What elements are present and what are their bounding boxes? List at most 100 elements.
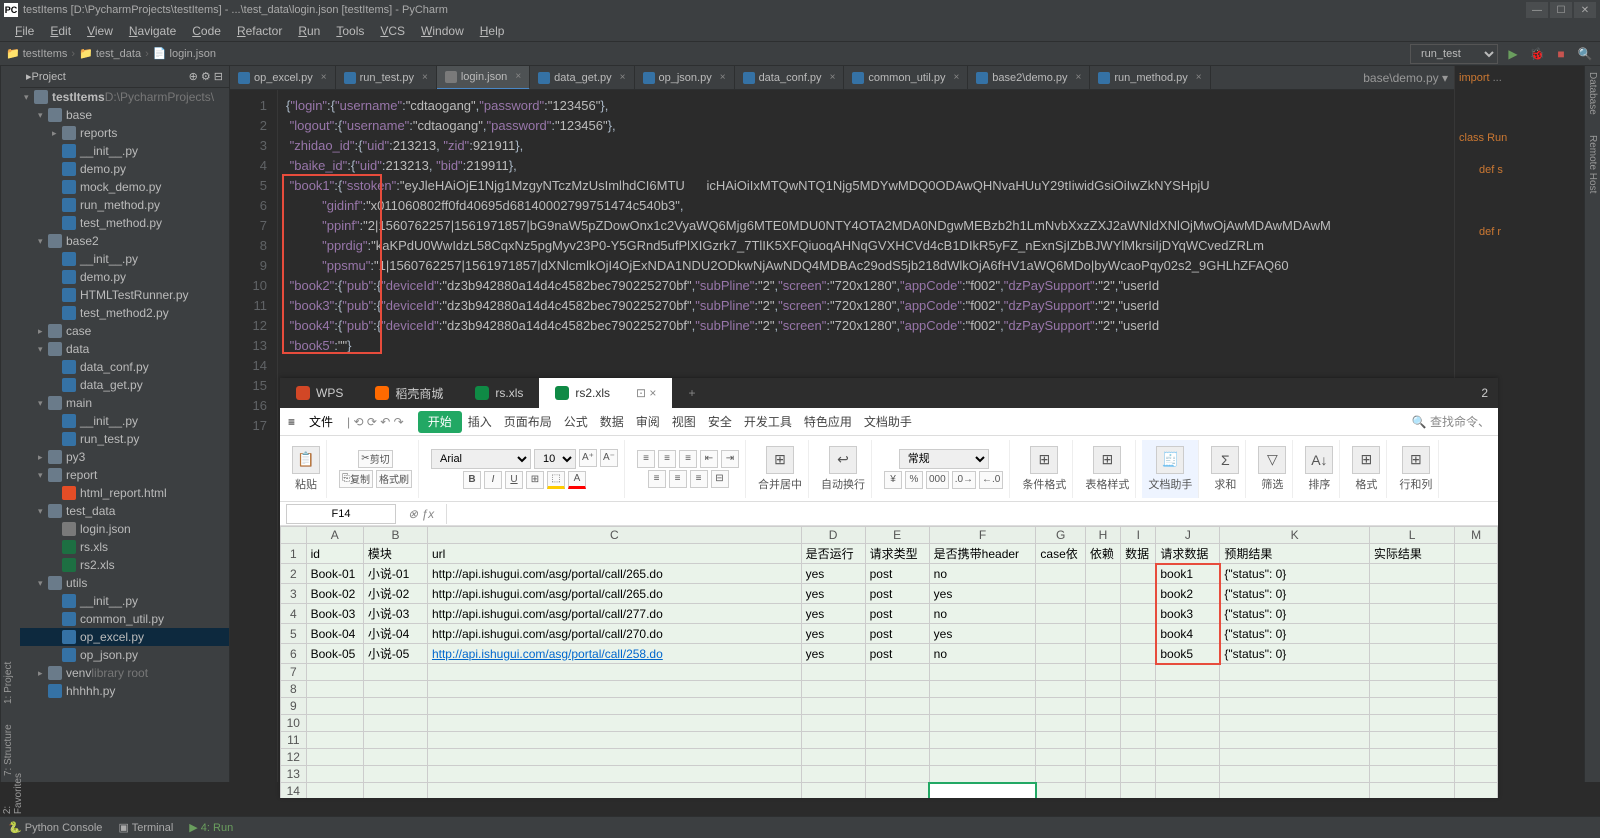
tree-test_method.py[interactable]: test_method.py xyxy=(20,214,229,232)
wps-tab-WPS[interactable]: WPS xyxy=(280,378,359,408)
menu-file[interactable]: File xyxy=(8,22,41,40)
format-button[interactable]: ⊞ xyxy=(1352,446,1380,474)
tree-op_excel.py[interactable]: op_excel.py xyxy=(20,628,229,646)
menu-edit[interactable]: Edit xyxy=(43,22,78,40)
tree-rs2.xls[interactable]: rs2.xls xyxy=(20,556,229,574)
tree-test_data[interactable]: ▾test_data xyxy=(20,502,229,520)
run-button[interactable]: ▶ xyxy=(1504,45,1522,63)
wps-tab-new[interactable]: + xyxy=(672,378,711,408)
tab-overflow[interactable]: base\demo.py ▾ xyxy=(1357,71,1454,85)
tree-reports[interactable]: ▸reports xyxy=(20,124,229,142)
format-painter-button[interactable]: 格式刷 xyxy=(376,470,412,488)
search-button[interactable]: 🔍 xyxy=(1576,45,1594,63)
tree-base2[interactable]: ▾base2 xyxy=(20,232,229,250)
tree-venv[interactable]: ▸venv library root xyxy=(20,664,229,682)
rowcol-button[interactable]: ⊞ xyxy=(1402,446,1430,474)
project-header[interactable]: ▸ Project ⊕ ⚙ ⊟ xyxy=(20,66,229,88)
tree-data[interactable]: ▾data xyxy=(20,340,229,358)
menu-run[interactable]: Run xyxy=(291,22,327,40)
ribbon-tab-安全[interactable]: 安全 xyxy=(702,411,738,433)
sum-button[interactable]: Σ xyxy=(1211,446,1239,474)
decrease-font-icon[interactable]: A⁻ xyxy=(600,449,618,467)
ribbon-tab-数据[interactable]: 数据 xyxy=(594,411,630,433)
tree-demo.py[interactable]: demo.py xyxy=(20,268,229,286)
tree-testItems[interactable]: ▾testItems D:\PycharmProjects\ xyxy=(20,88,229,106)
terminal-tool[interactable]: ▣ Terminal xyxy=(118,821,173,834)
tab-data_conf.py[interactable]: data_conf.py× xyxy=(735,66,845,90)
tree-main[interactable]: ▾main xyxy=(20,394,229,412)
filter-button[interactable]: ▽ xyxy=(1258,446,1286,474)
menu-code[interactable]: Code xyxy=(185,22,228,40)
menu-help[interactable]: Help xyxy=(473,22,512,40)
tab-op_excel.py[interactable]: op_excel.py× xyxy=(230,66,336,90)
wps-ribbon-tabs[interactable]: ≡ 文件 | ⟲ ⟳ ↶ ↷ 开始插入页面布局公式数据审阅视图安全开发工具特色应… xyxy=(280,408,1498,436)
menu-navigate[interactable]: Navigate xyxy=(122,22,183,40)
increase-font-icon[interactable]: A⁺ xyxy=(579,449,597,467)
close-button[interactable]: ✕ xyxy=(1574,2,1596,18)
menu-window[interactable]: Window xyxy=(414,22,471,40)
cond-format-button[interactable]: ⊞ xyxy=(1030,446,1058,474)
fill-color-button[interactable]: ⬚ xyxy=(547,471,565,489)
tree-__init__.py[interactable]: __init__.py xyxy=(20,412,229,430)
tree-login.json[interactable]: login.json xyxy=(20,520,229,538)
border-button[interactable]: ⊞ xyxy=(526,471,544,489)
ribbon-tab-页面布局[interactable]: 页面布局 xyxy=(498,411,558,433)
ribbon-tab-文档助手[interactable]: 文档助手 xyxy=(858,411,918,433)
number-format-select[interactable]: 常规 xyxy=(899,449,989,469)
formula-bar[interactable] xyxy=(446,504,1492,524)
name-box[interactable] xyxy=(286,504,396,524)
ribbon-tab-开发工具[interactable]: 开发工具 xyxy=(738,411,798,433)
wps-tab-rs2.xls[interactable]: rs2.xls ⊡ × xyxy=(539,378,672,408)
tab-login.json[interactable]: login.json× xyxy=(437,66,530,90)
tab-run_test.py[interactable]: run_test.py× xyxy=(336,66,437,90)
run-tool[interactable]: ▶ 4: Run xyxy=(189,821,233,834)
tree-py3[interactable]: ▸py3 xyxy=(20,448,229,466)
tree-report[interactable]: ▾report xyxy=(20,466,229,484)
editor-tabs[interactable]: op_excel.py×run_test.py×login.json×data_… xyxy=(230,66,1454,90)
tree-hhhhh.py[interactable]: hhhhh.py xyxy=(20,682,229,700)
tab-op_json.py[interactable]: op_json.py× xyxy=(635,66,735,90)
python-console-tool[interactable]: 🐍 Python Console xyxy=(8,821,102,834)
wps-file-menu[interactable]: 文件 xyxy=(309,413,333,430)
bold-button[interactable]: B xyxy=(463,471,481,489)
tab-base2\demo.py[interactable]: base2\demo.py× xyxy=(968,66,1090,90)
wps-tab-稻壳商城[interactable]: 稻壳商城 xyxy=(359,378,459,408)
run-config-select[interactable]: run_test xyxy=(1410,44,1498,64)
menu-view[interactable]: View xyxy=(80,22,120,40)
breadcrumb[interactable]: 📁 testItems›📁 test_data›📄 login.json xyxy=(6,47,216,60)
tree-test_method2.py[interactable]: test_method2.py xyxy=(20,304,229,322)
tab-run_method.py[interactable]: run_method.py× xyxy=(1090,66,1210,90)
ribbon-tab-审阅[interactable]: 审阅 xyxy=(630,411,666,433)
tree-html_report.html[interactable]: html_report.html xyxy=(20,484,229,502)
tree-__init__.py[interactable]: __init__.py xyxy=(20,250,229,268)
font-select[interactable]: Arial xyxy=(431,449,531,469)
project-tree[interactable]: ▾testItems D:\PycharmProjects\▾base▸repo… xyxy=(20,88,229,700)
italic-button[interactable]: I xyxy=(484,471,502,489)
bottom-bar[interactable]: 2: Favorites 🐍 Python Console ▣ Terminal… xyxy=(0,816,1600,838)
tree-__init__.py[interactable]: __init__.py xyxy=(20,142,229,160)
ribbon-tab-插入[interactable]: 插入 xyxy=(462,411,498,433)
sort-button[interactable]: A↓ xyxy=(1305,446,1333,474)
crumb-1[interactable]: 📁 test_data xyxy=(79,47,141,60)
tree-op_json.py[interactable]: op_json.py xyxy=(20,646,229,664)
crumb-2[interactable]: 📄 login.json xyxy=(153,47,216,60)
tree-case[interactable]: ▸case xyxy=(20,322,229,340)
debug-button[interactable]: 🐞 xyxy=(1528,45,1546,63)
merge-button[interactable]: ⊞ xyxy=(766,446,794,474)
tree-run_test.py[interactable]: run_test.py xyxy=(20,430,229,448)
tree-data_get.py[interactable]: data_get.py xyxy=(20,376,229,394)
tree-rs.xls[interactable]: rs.xls xyxy=(20,538,229,556)
tab-data_get.py[interactable]: data_get.py× xyxy=(530,66,634,90)
wps-ribbon[interactable]: 📋粘贴 ✂ 剪切 ⎘ 复制格式刷 Arial10A⁺A⁻ BIU⊞⬚A ≡≡≡⇤… xyxy=(280,436,1498,502)
favorites-tool[interactable]: 2: Favorites xyxy=(2,773,24,814)
table-style-button[interactable]: ⊞ xyxy=(1093,446,1121,474)
right-tool-gutter[interactable]: DatabaseRemote Host xyxy=(1584,66,1600,782)
tree-data_conf.py[interactable]: data_conf.py xyxy=(20,358,229,376)
underline-button[interactable]: U xyxy=(505,471,523,489)
tree-__init__.py[interactable]: __init__.py xyxy=(20,592,229,610)
stop-button[interactable]: ■ xyxy=(1552,45,1570,63)
wrap-button[interactable]: ↩ xyxy=(829,446,857,474)
crumb-0[interactable]: 📁 testItems xyxy=(6,47,67,60)
menu-refactor[interactable]: Refactor xyxy=(230,22,289,40)
menu-tools[interactable]: Tools xyxy=(329,22,371,40)
